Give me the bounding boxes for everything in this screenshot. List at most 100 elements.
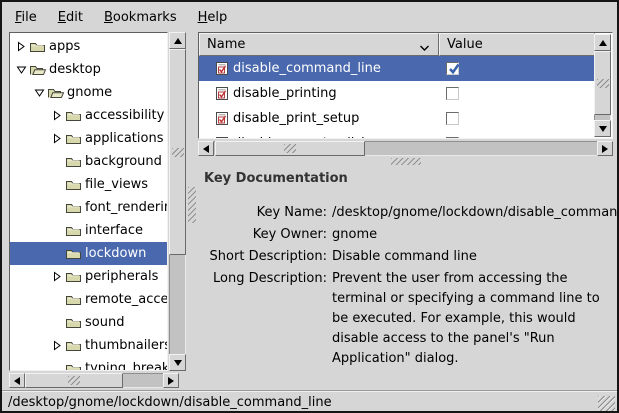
menu-file[interactable]: File: [5, 6, 47, 29]
scrollbar-thumb[interactable]: [169, 49, 186, 255]
folder-icon: [65, 132, 85, 145]
window-resize-grip[interactable]: [598, 396, 615, 411]
scroll-down-icon[interactable]: [594, 120, 611, 137]
key-row-disable-printing[interactable]: disable_printing: [199, 81, 595, 106]
tree-item-label: apps: [49, 39, 80, 54]
key-name-label: disable_printing: [233, 86, 337, 101]
key-name-label: disable_print_setup: [233, 111, 359, 126]
doc-field-label: Key Name:: [198, 203, 327, 223]
menu-bookmarks[interactable]: Bookmarks: [94, 6, 187, 29]
doc-key-name-value: /desktop/gnome/lockdown/disable_command_…: [332, 203, 614, 223]
gconf-editor-window: File Edit Bookmarks Help apps desktop gn…: [0, 0, 619, 413]
tree-item-background[interactable]: background: [10, 150, 167, 173]
tree-item-peripherals[interactable]: peripherals: [10, 265, 167, 288]
expander-expanded-icon[interactable]: [32, 85, 47, 100]
tree-item-typing-break[interactable]: typing_break: [10, 357, 167, 371]
scroll-left-icon[interactable]: [9, 373, 25, 388]
pane-divider-horizontal[interactable]: [198, 157, 613, 166]
folder-icon: [65, 247, 85, 260]
expander-collapsed-icon[interactable]: [50, 338, 65, 353]
tree-horizontal-scrollbar[interactable]: [9, 373, 179, 388]
doc-long-description-value: Prevent the user from accessing the term…: [332, 269, 614, 369]
expander-collapsed-icon[interactable]: [14, 39, 29, 54]
tree-item-label: font_rendering: [85, 200, 168, 215]
key-row-disable-save-to-disk[interactable]: disable_save_to_disk: [199, 131, 595, 139]
tree-item-accessibility[interactable]: accessibility: [10, 104, 167, 127]
tree-item-desktop[interactable]: desktop: [10, 58, 167, 81]
tree-item-font-rendering[interactable]: font_rendering: [10, 196, 167, 219]
pane-resize-grip[interactable]: [188, 187, 196, 223]
value-checkbox[interactable]: [446, 112, 459, 125]
expander-collapsed-icon[interactable]: [50, 131, 65, 146]
tree-item-label: typing_break: [85, 361, 168, 371]
doc-field-label: Short Description:: [198, 247, 327, 267]
tree-item-label: applications: [85, 131, 163, 146]
scroll-up-icon[interactable]: [169, 32, 186, 49]
tree-item-file-views[interactable]: file_views: [10, 173, 167, 196]
scroll-right-icon[interactable]: [597, 141, 613, 156]
sort-indicator-icon: [419, 41, 430, 56]
key-icon: [215, 61, 229, 76]
tree-item-remote-access[interactable]: remote_access: [10, 288, 167, 311]
doc-field-label: Key Owner:: [198, 225, 327, 245]
folder-icon: [65, 109, 85, 122]
expander-spacer: [50, 315, 65, 330]
value-checkbox[interactable]: [446, 87, 459, 100]
key-name-label: disable_command_line: [233, 61, 381, 76]
folder-icon: [65, 224, 85, 237]
tree-item-applications[interactable]: applications: [10, 127, 167, 150]
folder-tree: apps desktop gnome accessibility applica…: [9, 32, 168, 371]
tree-item-apps[interactable]: apps: [10, 35, 167, 58]
key-name-label: disable_save_to_disk: [233, 136, 369, 139]
column-header-value[interactable]: Value: [439, 33, 595, 56]
tree-item-label: sound: [85, 315, 124, 330]
expander-collapsed-icon[interactable]: [50, 108, 65, 123]
expander-collapsed-icon[interactable]: [50, 269, 65, 284]
folder-icon: [65, 155, 85, 168]
folder-icon: [29, 40, 49, 53]
doc-key-owner-value: gnome: [332, 225, 614, 245]
key-list: Name Value disable_command_line disable_…: [198, 32, 613, 139]
key-list-vertical-scrollbar[interactable]: [594, 34, 611, 137]
tree-item-label: remote_access: [85, 292, 168, 307]
folder-icon: [65, 293, 85, 306]
tree-vertical-scrollbar[interactable]: [169, 32, 186, 371]
key-list-horizontal-scrollbar[interactable]: [198, 141, 613, 156]
tree-item-label: background: [85, 154, 162, 169]
tree-item-interface[interactable]: interface: [10, 219, 167, 242]
scrollbar-thumb[interactable]: [215, 141, 365, 156]
tree-item-thumbnailers[interactable]: thumbnailers: [10, 334, 167, 357]
menu-help[interactable]: Help: [188, 6, 238, 29]
tree-item-label: thumbnailers: [85, 338, 168, 353]
folder-icon: [65, 201, 85, 214]
pane-divider-vertical[interactable]: [187, 32, 197, 388]
expander-spacer: [50, 361, 65, 371]
tree-item-lockdown[interactable]: lockdown: [10, 242, 167, 265]
expander-expanded-icon[interactable]: [14, 62, 29, 77]
scroll-left-icon[interactable]: [198, 141, 214, 156]
key-row-disable-command-line[interactable]: disable_command_line: [199, 56, 595, 81]
tree-item-sound[interactable]: sound: [10, 311, 167, 334]
tree-item-gnome[interactable]: gnome: [10, 81, 167, 104]
folder-icon: [65, 362, 85, 371]
key-documentation-title: Key Documentation: [204, 171, 614, 186]
key-row-disable-print-setup[interactable]: disable_print_setup: [199, 106, 595, 131]
column-header-name[interactable]: Name: [199, 33, 439, 56]
scrollbar-thumb[interactable]: [594, 51, 611, 115]
scrollbar-thumb[interactable]: [25, 373, 123, 388]
tree-item-label: lockdown: [85, 246, 146, 261]
value-checkbox[interactable]: [446, 137, 459, 139]
menu-edit[interactable]: Edit: [48, 6, 93, 29]
tree-item-label: gnome: [67, 85, 112, 100]
folder-icon: [65, 178, 85, 191]
pane-resize-grip[interactable]: [391, 158, 421, 165]
scroll-right-icon[interactable]: [163, 373, 179, 388]
value-checkbox[interactable]: [446, 62, 459, 75]
key-list-header: Name Value: [199, 33, 595, 56]
column-name-label: Name: [207, 37, 245, 52]
scroll-down-icon[interactable]: [169, 354, 186, 371]
column-value-label: Value: [447, 37, 483, 52]
scroll-up-icon[interactable]: [594, 34, 611, 51]
expander-spacer: [50, 154, 65, 169]
key-icon: [215, 111, 229, 126]
